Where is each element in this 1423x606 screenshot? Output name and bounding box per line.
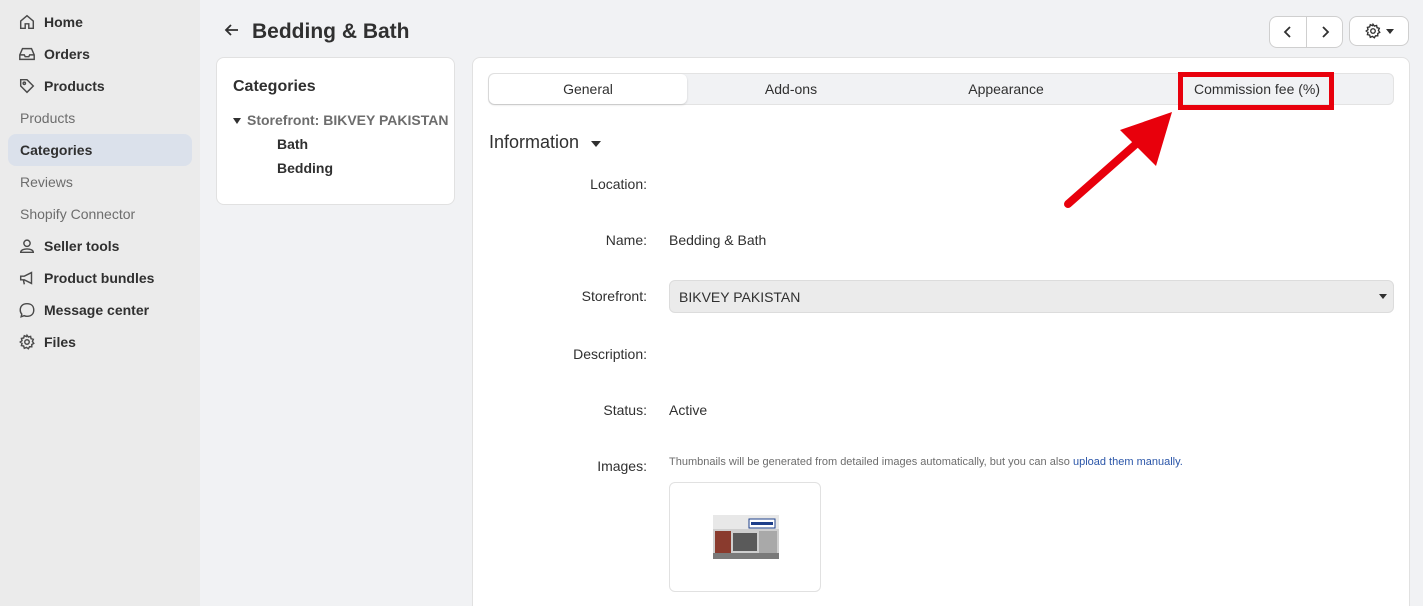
chevron-right-icon <box>1321 26 1329 38</box>
categories-card-title: Categories <box>233 78 316 95</box>
nav-product-bundles[interactable]: Product bundles <box>8 262 192 294</box>
next-button[interactable] <box>1306 17 1342 47</box>
caret-down-icon[interactable] <box>233 118 241 124</box>
nav-sub-reviews[interactable]: Reviews <box>8 166 192 198</box>
information-section-header[interactable]: Information <box>489 132 607 153</box>
images-hint-text: Thumbnails will be generated from detail… <box>669 456 1073 468</box>
caret-down-icon <box>1379 294 1387 299</box>
person-icon <box>18 237 36 255</box>
storefront-tree-label: Storefront: BIKVEY PAKISTAN <box>247 112 449 128</box>
upload-manually-link[interactable]: upload them manually. <box>1073 456 1183 468</box>
name-value: Bedding & Bath <box>669 232 767 248</box>
status-value: Active <box>669 402 708 418</box>
image-thumbnail-box[interactable] <box>669 482 821 592</box>
images-hint: Thumbnails will be generated from detail… <box>669 456 1183 468</box>
nav-files-label: Files <box>44 334 76 350</box>
nav-sub-categories[interactable]: Categories <box>8 134 192 166</box>
caret-down-icon <box>591 140 602 147</box>
name-label: Name: <box>605 232 647 248</box>
chevron-left-icon <box>1283 26 1291 38</box>
storefront-select[interactable]: BIKVEY PAKISTAN <box>669 280 1394 313</box>
page-title: Bedding & Bath <box>252 20 410 43</box>
back-arrow-icon[interactable] <box>222 20 242 40</box>
nav-product-bundles-label: Product bundles <box>44 270 155 286</box>
annotation-arrow <box>1064 112 1172 208</box>
description-label: Description: <box>573 346 647 362</box>
chat-bubble-icon <box>18 301 36 319</box>
gear-icon <box>1365 22 1381 39</box>
nav-seller-tools[interactable]: Seller tools <box>8 230 192 262</box>
tag-icon <box>18 77 36 95</box>
category-tree-item-bedding[interactable]: Bedding <box>277 160 454 176</box>
nav-home[interactable]: Home <box>8 6 192 38</box>
settings-menu-button[interactable] <box>1349 16 1409 46</box>
gear-icon <box>18 333 36 351</box>
nav-products-label: Products <box>44 78 105 94</box>
megaphone-icon <box>18 269 36 287</box>
header-actions <box>1269 16 1409 48</box>
storefront-tree-node[interactable]: Storefront: BIKVEY PAKISTAN <box>233 112 454 128</box>
caret-down-icon <box>1386 28 1394 34</box>
nav-orders[interactable]: Orders <box>8 38 192 70</box>
nav-orders-label: Orders <box>44 46 90 62</box>
nav-seller-tools-label: Seller tools <box>44 238 120 254</box>
nav-home-label: Home <box>44 14 83 30</box>
page-header: Bedding & Bath <box>200 0 1423 58</box>
images-label: Images: <box>597 458 647 474</box>
categories-card: Categories Storefront: BIKVEY PAKISTAN B… <box>216 57 455 205</box>
nav-sub-products[interactable]: Products <box>8 102 192 134</box>
prev-button[interactable] <box>1270 17 1306 47</box>
storefront-select-value: BIKVEY PAKISTAN <box>679 289 801 305</box>
sidebar: Home Orders Products Products Categories… <box>0 0 200 606</box>
highlight-box <box>1178 72 1334 110</box>
tab-add-ons[interactable]: Add-ons <box>689 74 893 104</box>
category-detail-panel: General Add-ons Appearance Commission fe… <box>472 57 1410 606</box>
location-label: Location: <box>590 176 647 192</box>
nav-files[interactable]: Files <box>8 326 192 358</box>
nav-message-center[interactable]: Message center <box>8 294 192 326</box>
nav-message-center-label: Message center <box>44 302 150 318</box>
status-label: Status: <box>603 402 647 418</box>
storefront-label: Storefront: <box>581 288 647 304</box>
prev-next-group <box>1269 16 1343 48</box>
category-tree-item-bath[interactable]: Bath <box>277 136 454 152</box>
tab-general[interactable]: General <box>489 74 687 104</box>
category-thumbnail-image <box>713 515 779 559</box>
nav-products[interactable]: Products <box>8 70 192 102</box>
tab-appearance[interactable]: Appearance <box>901 74 1111 104</box>
information-section-title: Information <box>489 132 580 152</box>
home-icon <box>18 13 36 31</box>
inbox-icon <box>18 45 36 63</box>
nav-sub-shopify-connector[interactable]: Shopify Connector <box>8 198 192 230</box>
